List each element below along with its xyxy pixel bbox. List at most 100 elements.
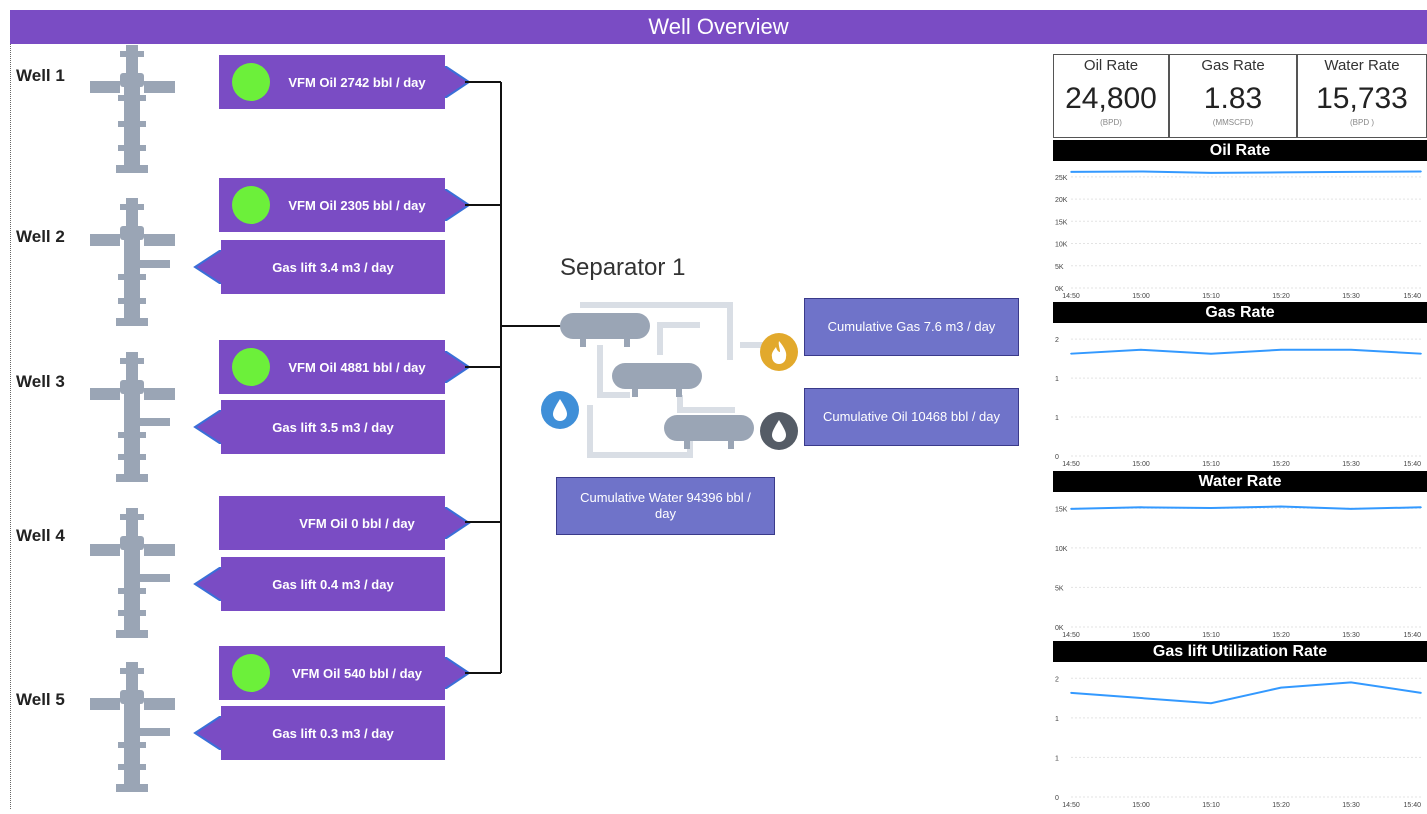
x-tick-label: 15:10 — [1202, 802, 1220, 809]
x-tick-label: 15:40 — [1403, 632, 1421, 639]
x-tick-label: 15:30 — [1342, 461, 1360, 468]
well-3-vfm-oil-box[interactable]: VFM Oil 4881 bbl / day — [219, 340, 445, 394]
kpi-value: 1.83 — [1203, 82, 1263, 115]
data-point — [1140, 506, 1142, 509]
well-5-vfm-oil-box[interactable]: VFM Oil 540 bbl / day — [219, 646, 445, 700]
gas-lift-utilization-chart-panel: Gas lift Utilization Rate 0 1 1 2 14:50 15:00… — [1053, 641, 1427, 809]
well-5-gas-lift-box[interactable]: Gas lift 0.3 m3 / day — [221, 706, 445, 760]
y-tick-label: 2 — [1055, 337, 1059, 344]
y-tick-label: 0 — [1055, 454, 1059, 461]
series-line — [1070, 348, 1422, 355]
data-point — [1210, 352, 1212, 355]
data-point — [1420, 352, 1422, 355]
data-point — [1350, 171, 1352, 173]
wellhead-icon — [90, 352, 175, 482]
x-tick-label: 15:20 — [1272, 461, 1290, 468]
data-point — [1280, 686, 1282, 689]
series-line — [1070, 170, 1422, 174]
vfm-status-indicator — [232, 63, 270, 101]
y-tick-label: 1 — [1055, 415, 1059, 422]
well-4-label: Well 4 — [16, 526, 65, 545]
gas-lift-label: Gas lift 0.4 m3 / day — [272, 576, 394, 592]
y-tick-label: 10K — [1055, 546, 1068, 553]
well-4-gas-lift-box[interactable]: Gas lift 0.4 m3 / day — [221, 557, 445, 611]
wellhead-icon — [90, 508, 175, 638]
data-point — [1280, 505, 1282, 508]
vfm-oil-label: VFM Oil 2742 bbl / day — [288, 74, 426, 90]
kpi-unit: (BPD ) — [1350, 118, 1374, 127]
arrow-left-icon — [193, 250, 221, 284]
gas-rate-chart-panel: Gas Rate 0 1 1 2 14:50 15:00 15:10 15:20 15:30 15… — [1053, 302, 1427, 468]
well-2-gas-lift-box[interactable]: Gas lift 3.4 m3 / day — [221, 240, 445, 294]
y-tick-label: 0K — [1055, 286, 1064, 293]
left-divider — [10, 44, 11, 809]
x-tick-label: 15:00 — [1132, 461, 1150, 468]
x-tick-label: 15:40 — [1403, 802, 1421, 809]
arrow-left-icon — [193, 410, 221, 444]
vfm-oil-label: VFM Oil 2305 bbl / day — [288, 197, 426, 213]
data-point — [1350, 681, 1352, 684]
x-tick-label: 15:40 — [1403, 293, 1421, 300]
oil-rate-chart: 0K 5K 10K 15K 20K 25K 14:50 15:00 15:10 15:20 15:3… — [1055, 170, 1422, 300]
y-tick-label: 2 — [1055, 676, 1059, 683]
gas-lift-label: Gas lift 3.4 m3 / day — [272, 259, 394, 275]
well-1-vfm-oil-box[interactable]: VFM Oil 2742 bbl / day — [219, 55, 445, 109]
cumulative-oil-box: Cumulative Oil 10468 bbl / day — [804, 388, 1019, 446]
x-tick-label: 14:50 — [1062, 461, 1080, 468]
water-drop-icon — [541, 391, 579, 429]
chart-title: Gas lift Utilization Rate — [1053, 641, 1427, 662]
x-tick-label: 15:30 — [1342, 632, 1360, 639]
gas-lift-label: Gas lift 3.5 m3 / day — [272, 419, 394, 435]
kpi-value: 15,733 — [1316, 82, 1408, 115]
cumulative-water-box: Cumulative Water 94396 bbl / day — [556, 477, 775, 535]
kpi-gas-rate: Gas Rate 1.83 (MMSCFD) — [1169, 54, 1297, 138]
wellhead-icon — [90, 662, 175, 792]
data-point — [1350, 508, 1352, 510]
y-tick-label: 25K — [1055, 175, 1068, 182]
x-tick-label: 15:10 — [1202, 461, 1220, 468]
x-tick-label: 15:20 — [1272, 293, 1290, 300]
kpi-oil-rate: Oil Rate 24,800 (BPD) — [1053, 54, 1169, 138]
x-tick-label: 15:30 — [1342, 802, 1360, 809]
data-point — [1070, 352, 1072, 355]
gas-lift-label: Gas lift 0.3 m3 / day — [272, 725, 394, 741]
y-tick-label: 0 — [1055, 795, 1059, 802]
series-line — [1070, 505, 1422, 510]
chart-title: Gas Rate — [1053, 302, 1427, 323]
wellhead-icon — [90, 45, 175, 173]
water-rate-chart: 0K 5K 10K 15K 14:50 15:00 15:10 15:20 15:30 15:40 — [1055, 505, 1422, 639]
x-tick-label: 14:50 — [1062, 632, 1080, 639]
data-point — [1420, 506, 1422, 509]
x-tick-label: 14:50 — [1062, 293, 1080, 300]
well-4-vfm-oil-box[interactable]: VFM Oil 0 bbl / day — [219, 496, 445, 550]
flame-icon — [760, 333, 798, 371]
x-tick-label: 15:40 — [1403, 461, 1421, 468]
y-tick-label: 1 — [1055, 755, 1059, 762]
vfm-status-indicator — [232, 348, 270, 386]
kpi-unit: (BPD) — [1100, 118, 1122, 127]
y-tick-label: 1 — [1055, 376, 1059, 383]
chart-title: Water Rate — [1053, 471, 1427, 492]
well-2-vfm-oil-box[interactable]: VFM Oil 2305 bbl / day — [219, 178, 445, 232]
x-tick-label: 15:20 — [1272, 632, 1290, 639]
cumulative-gas-box: Cumulative Gas 7.6 m3 / day — [804, 298, 1019, 356]
data-point — [1070, 692, 1072, 694]
x-tick-label: 15:20 — [1272, 802, 1290, 809]
x-tick-label: 15:00 — [1132, 802, 1150, 809]
separator-title: Separator 1 — [560, 254, 686, 281]
y-tick-label: 15K — [1055, 506, 1068, 513]
data-point — [1210, 172, 1212, 174]
well-1-label: Well 1 — [16, 66, 65, 85]
well-3-gas-lift-box[interactable]: Gas lift 3.5 m3 / day — [221, 400, 445, 454]
data-point — [1280, 348, 1282, 351]
vfm-status-indicator — [232, 186, 270, 224]
page-title: Well Overview — [10, 10, 1427, 44]
data-point — [1420, 170, 1422, 173]
y-tick-label: 10K — [1055, 242, 1068, 249]
kpi-water-rate: Water Rate 15,733 (BPD ) — [1297, 54, 1427, 138]
y-tick-label: 20K — [1055, 197, 1068, 204]
data-point — [1140, 348, 1142, 351]
data-point — [1070, 508, 1072, 510]
arrow-left-icon — [193, 716, 221, 750]
kpi-value: 24,800 — [1065, 82, 1157, 115]
